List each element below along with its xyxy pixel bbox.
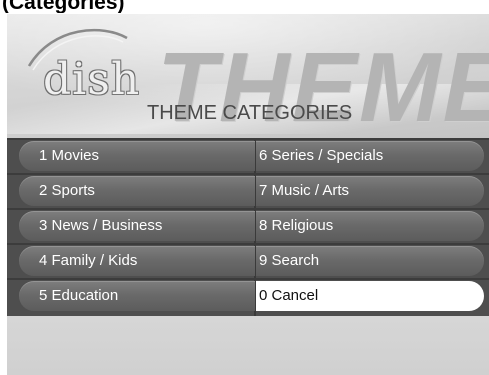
dish-logo: dish	[23, 24, 139, 102]
row-divider	[7, 243, 489, 245]
caption-text: (Categories)	[2, 0, 125, 13]
menu-item-search[interactable]: 9 Search	[256, 246, 484, 276]
menu-item-family-kids[interactable]: 4 Family / Kids	[19, 246, 255, 276]
menu-item-sports[interactable]: 2 Sports	[19, 176, 255, 206]
menu-item-series-specials[interactable]: 6 Series / Specials	[256, 141, 484, 171]
tv-screen: dish THEME THEME CATEGORIES 1 Movies 6 S…	[7, 14, 489, 375]
menu-item-education[interactable]: 5 Education	[19, 281, 255, 311]
row-divider	[7, 138, 489, 140]
category-menu: 1 Movies 6 Series / Specials 2 Sports 7 …	[7, 138, 489, 316]
menu-item-religious[interactable]: 8 Religious	[256, 211, 484, 241]
menu-item-news-business[interactable]: 3 News / Business	[19, 211, 255, 241]
logo-text: dish	[43, 54, 141, 105]
row-divider	[7, 208, 489, 210]
caption-fragment: (Categories)	[0, 0, 489, 13]
menu-item-movies[interactable]: 1 Movies	[19, 141, 255, 171]
row-divider	[7, 278, 489, 280]
menu-item-cancel[interactable]: 0 Cancel	[256, 281, 484, 311]
menu-item-music-arts[interactable]: 7 Music / Arts	[256, 176, 484, 206]
footer-band	[7, 316, 489, 375]
row-divider	[7, 173, 489, 175]
page-title: THEME CATEGORIES	[147, 102, 353, 124]
header-banner: dish THEME THEME CATEGORIES	[7, 14, 489, 138]
